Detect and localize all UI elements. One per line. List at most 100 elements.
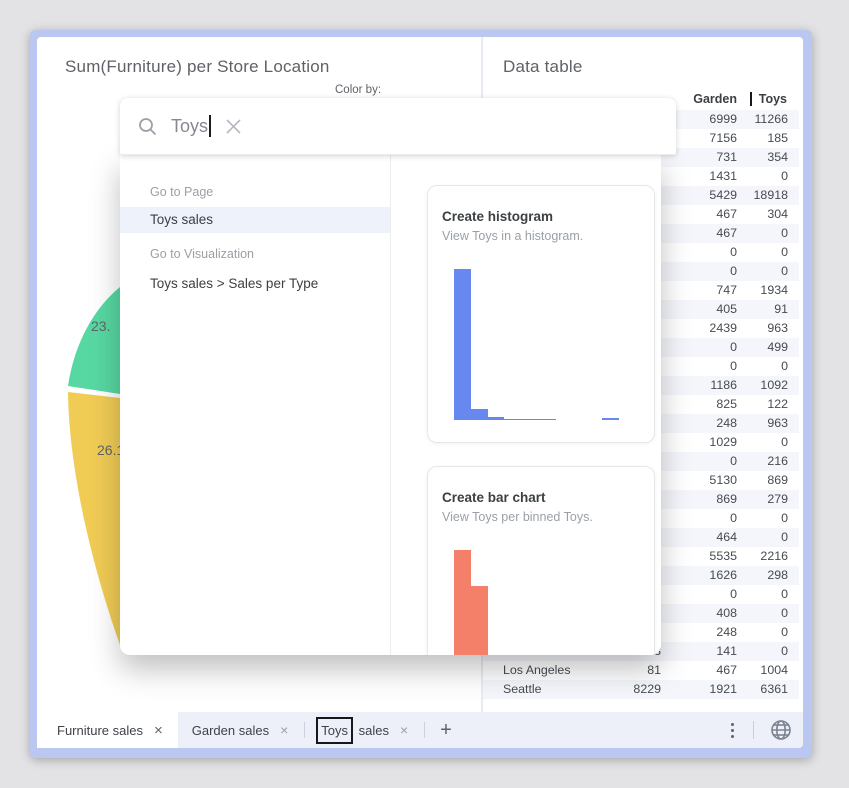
- bar-chart-thumbnail: [454, 550, 644, 655]
- table-cell: 0: [737, 167, 788, 186]
- table-cell: 122: [737, 395, 788, 414]
- chart-bar: [471, 409, 488, 420]
- desktop-background: Sum(Furniture) per Store Location Color …: [0, 0, 849, 788]
- close-tab-icon[interactable]: ×: [280, 723, 288, 737]
- table-cell: 298: [737, 566, 788, 585]
- tab-divider: [424, 722, 425, 738]
- search-results-panel: Go to PageToys salesGo to VisualizationT…: [120, 155, 661, 655]
- card-title: Create histogram: [442, 209, 640, 224]
- table-cell: 1029: [661, 433, 737, 452]
- chart-bar: [454, 269, 471, 420]
- tab-divider: [304, 722, 305, 738]
- histogram-thumbnail: [454, 269, 644, 420]
- table-cell: 1626: [661, 566, 737, 585]
- table-cell: 1186: [661, 376, 737, 395]
- chart-bar: [471, 586, 488, 655]
- table-cell: 141: [661, 642, 737, 661]
- table-row[interactable]: Seattle822919216361: [483, 680, 799, 699]
- table-cell: 11266: [737, 110, 788, 129]
- chart-bar: [504, 419, 556, 420]
- suggestion-cards: Create histogram View Toys in a histogra…: [427, 185, 655, 655]
- chart-bar: [454, 550, 471, 655]
- globe-icon[interactable]: [769, 718, 793, 742]
- table-cell: 354: [737, 148, 788, 167]
- table-cell: 0: [737, 642, 788, 661]
- table-cell: 2216: [737, 547, 788, 566]
- table-cell: 279: [737, 490, 788, 509]
- table-cell: 5130: [661, 471, 737, 490]
- sheet-tab-garden-sales[interactable]: Garden sales ×: [178, 712, 303, 748]
- sheet-tab-furniture-sales[interactable]: Furniture sales ×: [37, 712, 178, 748]
- pie-slice-green[interactable]: [68, 287, 120, 394]
- close-tab-icon[interactable]: ×: [154, 723, 163, 738]
- tab-word-highlight-box: Toys: [316, 717, 353, 744]
- col-header-toys[interactable]: Toys: [737, 92, 788, 106]
- tab-label: Garden sales: [192, 723, 269, 738]
- table-cell: 1092: [737, 376, 788, 395]
- table-cell: 0: [661, 509, 737, 528]
- table-cell: 464: [661, 528, 737, 547]
- table-cell: 1431: [661, 167, 737, 186]
- table-cell: 18918: [737, 186, 788, 205]
- table-cell: 0: [737, 357, 788, 376]
- create-histogram-card[interactable]: Create histogram View Toys in a histogra…: [427, 185, 655, 443]
- search-input[interactable]: Toys: [171, 116, 208, 137]
- card-subtitle: View Toys in a histogram.: [442, 229, 640, 243]
- table-cell: 467: [661, 661, 737, 680]
- table-cell: 0: [737, 224, 788, 243]
- text-cursor: [209, 115, 211, 137]
- tab-label: Furniture sales: [57, 723, 143, 738]
- table-cell: 81: [583, 661, 661, 680]
- table-cell: 747: [661, 281, 737, 300]
- table-cell: 963: [737, 319, 788, 338]
- table-cell: Los Angeles: [483, 661, 583, 680]
- toys-header-highlight-box: Toys: [750, 92, 788, 106]
- table-cell: 0: [661, 452, 737, 471]
- table-cell: 0: [737, 604, 788, 623]
- table-row[interactable]: Los Angeles814671004: [483, 661, 799, 680]
- tab-label: Toys sales: [321, 723, 389, 738]
- close-tab-icon[interactable]: ×: [400, 723, 408, 737]
- table-cell: 0: [661, 262, 737, 281]
- search-result-item[interactable]: Toys sales > Sales per Type: [120, 271, 390, 297]
- table-cell: 2439: [661, 319, 737, 338]
- table-cell: 0: [737, 623, 788, 642]
- table-cell: 499: [737, 338, 788, 357]
- search-result-item[interactable]: Toys sales: [120, 207, 390, 233]
- table-cell: 963: [737, 414, 788, 433]
- pie-label-green: 23.: [91, 318, 110, 334]
- table-cell: 405: [661, 300, 737, 319]
- table-cell: 91: [737, 300, 788, 319]
- clear-search-icon[interactable]: [225, 118, 242, 135]
- table-cell: 467: [661, 205, 737, 224]
- search-result-list: Go to PageToys salesGo to VisualizationT…: [120, 155, 391, 655]
- table-cell: 0: [661, 357, 737, 376]
- table-cell: 0: [661, 338, 737, 357]
- search-bar[interactable]: Toys: [120, 98, 676, 155]
- table-cell: 5535: [661, 547, 737, 566]
- chart-bar: [488, 417, 504, 420]
- table-cell: 408: [661, 604, 737, 623]
- sheet-tab-toys-sales[interactable]: Toys sales ×: [307, 712, 422, 748]
- result-section-header: Go to Page: [120, 184, 390, 200]
- table-cell: 248: [661, 414, 737, 433]
- chart-bar: [602, 418, 619, 420]
- tab-bar: Furniture sales × Garden sales × Toys sales ×…: [37, 712, 803, 748]
- table-cell: 0: [661, 585, 737, 604]
- table-cell: Seattle: [483, 680, 583, 699]
- table-cell: 304: [737, 205, 788, 224]
- controls-divider: [753, 721, 754, 739]
- table-cell: 248: [661, 623, 737, 642]
- pie-slice-yellow[interactable]: [68, 392, 120, 645]
- create-bar-chart-card[interactable]: Create bar chart View Toys per binned To…: [427, 466, 655, 655]
- search-icon: [138, 117, 157, 136]
- table-cell: 467: [661, 224, 737, 243]
- table-cell: 0: [661, 243, 737, 262]
- table-cell: 0: [737, 528, 788, 547]
- card-title: Create bar chart: [442, 490, 640, 505]
- table-cell: 1921: [661, 680, 737, 699]
- table-cell: 8229: [583, 680, 661, 699]
- add-sheet-button[interactable]: +: [427, 719, 465, 742]
- table-cell: 1934: [737, 281, 788, 300]
- kebab-menu-icon[interactable]: [727, 719, 738, 742]
